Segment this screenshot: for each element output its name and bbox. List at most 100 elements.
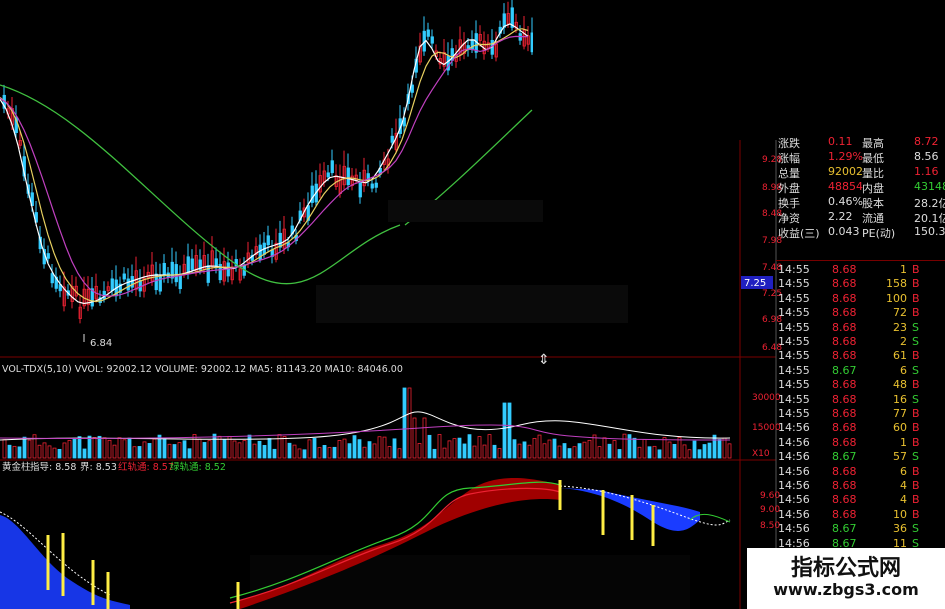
volume-bar xyxy=(537,434,542,459)
tick-side: S xyxy=(912,522,919,536)
tick-row[interactable]: 14:55 8.68 48 B xyxy=(776,378,945,392)
quote-label: 最高 xyxy=(862,137,884,150)
tick-time: 14:55 xyxy=(778,349,810,363)
volume-bar xyxy=(207,440,212,459)
tick-row[interactable]: 14:56 8.68 10 B xyxy=(776,508,945,522)
candle-body xyxy=(390,135,394,143)
tick-time: 14:55 xyxy=(778,306,810,320)
quote-value: 8.56 xyxy=(914,150,939,163)
tick-row[interactable]: 14:56 8.68 4 B xyxy=(776,493,945,507)
volume-bar xyxy=(252,443,257,459)
tick-price: 8.68 xyxy=(832,507,857,521)
volume-bar xyxy=(577,443,582,459)
quote-row: 涨幅 1.29% 最低 8.56 xyxy=(776,150,945,165)
volume-bar xyxy=(277,434,282,459)
tick-row[interactable]: 14:56 8.68 6 B xyxy=(776,465,945,479)
volume-bar xyxy=(647,446,652,459)
tick-price: 8.68 xyxy=(832,306,857,320)
masked-area-2 xyxy=(316,285,628,323)
tick-row[interactable]: 14:55 8.68 100 B xyxy=(776,292,945,306)
quote-label: 外盘 xyxy=(778,182,800,195)
candle-body xyxy=(410,84,414,93)
volume-bar xyxy=(642,439,647,459)
quote-value: 92002 xyxy=(828,165,863,178)
gold-header-guide: 指导: 8.58 xyxy=(30,461,76,473)
volume-bar xyxy=(627,434,632,459)
tick-price: 8.68 xyxy=(832,435,857,449)
volume-bar xyxy=(307,439,312,459)
candle-body xyxy=(346,167,350,186)
tick-row[interactable]: 14:56 8.68 4 B xyxy=(776,479,945,493)
tick-price: 8.68 xyxy=(832,479,857,492)
low-price-label: 6.84 xyxy=(90,338,112,349)
volume-bar xyxy=(37,444,42,459)
quote-value: 0.043 xyxy=(828,225,860,238)
candle-body xyxy=(174,264,178,283)
volume-bar xyxy=(122,439,127,459)
quote-label: 股本 xyxy=(862,197,884,210)
tick-side: B xyxy=(912,349,920,363)
volume-bar xyxy=(332,446,337,459)
tick-row[interactable]: 14:55 8.68 158 B xyxy=(776,277,945,291)
tick-price: 8.68 xyxy=(832,291,857,305)
volume-bar xyxy=(17,446,22,459)
volume-bar xyxy=(337,440,342,459)
quote-value: 28.2亿 xyxy=(914,197,945,210)
tick-row[interactable]: 14:55 8.68 77 B xyxy=(776,407,945,421)
volume-bar xyxy=(372,443,377,459)
tick-time: 14:56 xyxy=(778,464,810,478)
tick-row[interactable]: 14:56 8.68 60 B xyxy=(776,421,945,435)
quote-row: 换手 0.46% 股本 28.2亿 xyxy=(776,195,945,210)
candle-body xyxy=(278,232,282,248)
tick-side: B xyxy=(912,306,920,320)
volume-bar xyxy=(297,448,302,459)
tick-time: 14:55 xyxy=(778,263,810,276)
volume-bar xyxy=(52,447,57,459)
tick-time: 14:56 xyxy=(778,507,810,521)
quote-label: PE(动) xyxy=(862,227,896,240)
tick-price: 8.68 xyxy=(832,464,857,478)
tick-row[interactable]: 14:55 8.68 1 B xyxy=(776,263,945,277)
volume-header: VOL-TDX(5,10) VVOL: 92002.12 VOLUME: 920… xyxy=(2,364,403,375)
volume-bar xyxy=(147,443,152,459)
candles xyxy=(2,0,534,324)
candle-body xyxy=(370,183,374,189)
tick-volume: 48 xyxy=(893,378,907,392)
tick-price: 8.68 xyxy=(832,392,857,406)
tick-price: 8.67 xyxy=(832,522,857,536)
quote-row: 收益(三) 0.043 PE(动) 150.3 xyxy=(776,225,945,240)
volume-bar xyxy=(67,440,72,459)
tick-row[interactable]: 14:55 8.68 2 S xyxy=(776,335,945,349)
candle-body xyxy=(430,36,434,44)
candle-body xyxy=(126,278,130,291)
tick-row[interactable]: 14:55 8.68 61 B xyxy=(776,349,945,363)
candle-body xyxy=(502,13,506,28)
volume-bar xyxy=(137,446,142,459)
tick-row[interactable]: 14:55 8.68 16 S xyxy=(776,393,945,407)
candle-body xyxy=(46,253,50,259)
watermark-url: www.zbgs3.com xyxy=(773,580,919,599)
volume-bar xyxy=(172,444,177,459)
volume-bar xyxy=(667,441,672,459)
volume-bar xyxy=(682,444,687,459)
tick-row[interactable]: 14:56 8.68 1 B xyxy=(776,436,945,450)
tick-row[interactable]: 14:55 8.68 72 B xyxy=(776,306,945,320)
volume-bar xyxy=(312,437,317,459)
quote-panel: 涨跌 0.11 最高 8.72 涨幅 1.29% 最低 8.56 总量 92002 量比 1.16 外盘… xyxy=(776,135,945,564)
tick-row[interactable]: 14:56 8.67 36 S xyxy=(776,522,945,536)
volume-bar xyxy=(652,445,657,459)
tick-volume: 16 xyxy=(893,392,907,406)
tick-row[interactable]: 14:55 8.67 6 S xyxy=(776,364,945,378)
volume-bar xyxy=(437,434,442,459)
quote-value: 1.29% xyxy=(828,150,863,163)
tick-row[interactable]: 14:55 8.68 23 S xyxy=(776,321,945,335)
volume-bar xyxy=(517,443,522,459)
tick-price: 8.68 xyxy=(832,263,857,276)
volume-bar xyxy=(2,439,7,459)
candle-body xyxy=(266,235,270,246)
volume-bar xyxy=(222,439,227,459)
tick-time: 14:55 xyxy=(778,291,810,305)
volume-bar xyxy=(722,437,727,459)
tick-side: B xyxy=(912,493,920,507)
tick-row[interactable]: 14:56 8.67 57 S xyxy=(776,450,945,464)
